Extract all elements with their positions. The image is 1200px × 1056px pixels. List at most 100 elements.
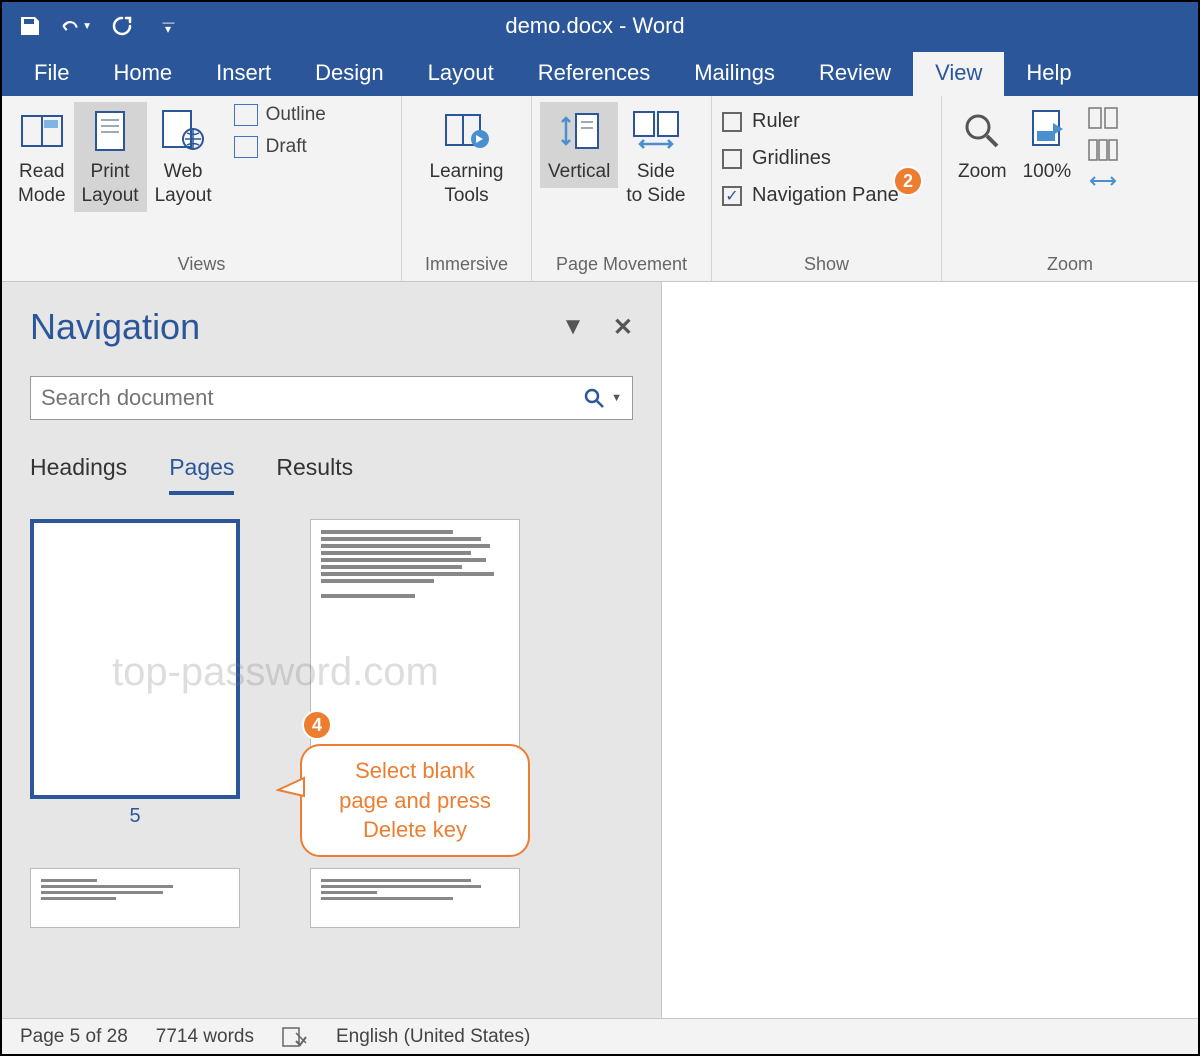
tab-insert[interactable]: Insert [194, 52, 293, 96]
redo-button[interactable] [106, 10, 138, 42]
group-show-label: Show [712, 250, 941, 281]
ruler-checkbox[interactable]: Ruler [720, 106, 802, 137]
checkbox-icon [722, 149, 742, 169]
redo-icon [110, 14, 134, 38]
window-title: demo.docx - Word [184, 13, 1006, 39]
quick-access-toolbar: ▼ —▾ [14, 10, 184, 42]
status-bar: Page 5 of 28 7714 words English (United … [2, 1018, 1198, 1054]
one-page-icon[interactable] [1087, 106, 1119, 132]
search-input[interactable] [41, 385, 583, 411]
page-thumbnail-8[interactable] [310, 868, 520, 928]
undo-icon [60, 16, 80, 36]
draft-button[interactable]: Draft [228, 134, 332, 160]
page-number-5: 5 [129, 805, 140, 828]
group-immersive-label: Immersive [402, 250, 531, 281]
web-layout-button[interactable]: Web Layout [147, 102, 220, 212]
group-views-label: Views [2, 250, 401, 281]
print-layout-button[interactable]: Print Layout [74, 102, 147, 212]
annotation-badge-2: 2 [893, 166, 923, 196]
side-to-side-label: Side to Side [626, 160, 685, 208]
proofing-icon[interactable] [282, 1027, 308, 1047]
group-page-movement-label: Page Movement [532, 250, 711, 281]
main-area: Navigation ▼ ✕ top-password.com ▼ Headin… [2, 282, 1198, 1018]
group-zoom-label: Zoom [942, 250, 1198, 281]
page-thumbnail-5[interactable] [30, 519, 240, 799]
read-mode-icon [20, 112, 64, 150]
group-page-movement: Vertical Side to Side Page Movement [532, 96, 712, 281]
annotation-callout: Select blank page and press Delete key [300, 744, 530, 857]
tab-file[interactable]: File [12, 52, 91, 96]
nav-tab-pages[interactable]: Pages [169, 454, 234, 495]
nav-dropdown-icon[interactable]: ▼ [561, 313, 585, 342]
navigation-pane: Navigation ▼ ✕ top-password.com ▼ Headin… [2, 282, 662, 1018]
tab-design[interactable]: Design [293, 52, 405, 96]
learning-tools-button[interactable]: Learning Tools [422, 102, 512, 212]
tab-layout[interactable]: Layout [406, 52, 516, 96]
undo-button[interactable]: ▼ [60, 10, 92, 42]
status-language[interactable]: English (United States) [336, 1026, 530, 1048]
vertical-label: Vertical [548, 160, 610, 184]
nav-tabs: Headings Pages Results [30, 454, 633, 495]
save-icon [18, 14, 42, 38]
vertical-icon [556, 110, 602, 152]
nav-tab-headings[interactable]: Headings [30, 454, 127, 495]
dropdown-caret-icon: ▼ [611, 392, 622, 404]
vertical-button[interactable]: Vertical [540, 102, 618, 188]
tab-help[interactable]: Help [1004, 52, 1093, 96]
read-mode-label: Read Mode [18, 160, 66, 208]
gridlines-checkbox[interactable]: Gridlines [720, 143, 833, 174]
outline-label: Outline [266, 104, 326, 126]
multi-page-icon[interactable] [1087, 138, 1119, 164]
hundred-percent-button[interactable]: 100% [1015, 102, 1080, 188]
status-page[interactable]: Page 5 of 28 [20, 1026, 128, 1048]
navigation-pane-label: Navigation Pane [752, 184, 899, 207]
hundred-percent-icon [1027, 109, 1067, 153]
outline-icon [234, 104, 258, 126]
gridlines-label: Gridlines [752, 147, 831, 170]
overline-caret-icon: —▾ [163, 19, 174, 33]
page-width-icon[interactable] [1087, 170, 1119, 192]
side-to-side-button[interactable]: Side to Side [618, 102, 693, 212]
page-thumbnail-7[interactable] [30, 868, 240, 928]
checkbox-icon [722, 112, 742, 132]
search-icon[interactable]: ▼ [583, 387, 622, 409]
side-to-side-icon [628, 110, 684, 152]
web-layout-icon [161, 109, 205, 153]
draft-label: Draft [266, 136, 307, 158]
group-views: Read Mode Print Layout Web Layout Outlin… [2, 96, 402, 281]
navigation-title: Navigation [30, 306, 200, 348]
save-button[interactable] [14, 10, 46, 42]
group-show: Ruler Gridlines ✓ Navigation Pane 2 Show [712, 96, 942, 281]
nav-close-icon[interactable]: ✕ [613, 313, 633, 342]
group-immersive: Learning Tools Immersive [402, 96, 532, 281]
dropdown-caret-icon: ▼ [82, 21, 92, 32]
annotation-badge-4: 4 [302, 710, 332, 740]
zoom-icon [962, 111, 1002, 151]
status-words[interactable]: 7714 words [156, 1026, 254, 1048]
tab-mailings[interactable]: Mailings [672, 52, 797, 96]
learning-tools-icon [442, 111, 490, 151]
tab-home[interactable]: Home [91, 52, 194, 96]
tab-references[interactable]: References [516, 52, 673, 96]
tab-review[interactable]: Review [797, 52, 913, 96]
nav-tab-results[interactable]: Results [276, 454, 353, 495]
navigation-pane-checkbox[interactable]: ✓ Navigation Pane [720, 180, 901, 211]
document-area[interactable] [662, 282, 1198, 1018]
callout-text: Select blank page and press Delete key [339, 758, 491, 842]
ribbon: Read Mode Print Layout Web Layout Outlin… [2, 96, 1198, 282]
tab-view[interactable]: View [913, 52, 1004, 96]
print-layout-icon [92, 110, 128, 152]
zoom-button[interactable]: Zoom [950, 102, 1015, 188]
group-zoom: Zoom 100% Zoom [942, 96, 1198, 281]
title-bar: ▼ —▾ demo.docx - Word [2, 2, 1198, 50]
qat-customize[interactable]: —▾ [152, 10, 184, 42]
learning-tools-label: Learning Tools [430, 160, 504, 208]
ribbon-tabs: File Home Insert Design Layout Reference… [2, 50, 1198, 96]
zoom-label: Zoom [958, 160, 1007, 184]
outline-button[interactable]: Outline [228, 102, 332, 128]
search-box[interactable]: ▼ [30, 376, 633, 420]
checkbox-checked-icon: ✓ [722, 186, 742, 206]
read-mode-button[interactable]: Read Mode [10, 102, 74, 212]
draft-icon [234, 136, 258, 158]
web-layout-label: Web Layout [155, 160, 212, 208]
